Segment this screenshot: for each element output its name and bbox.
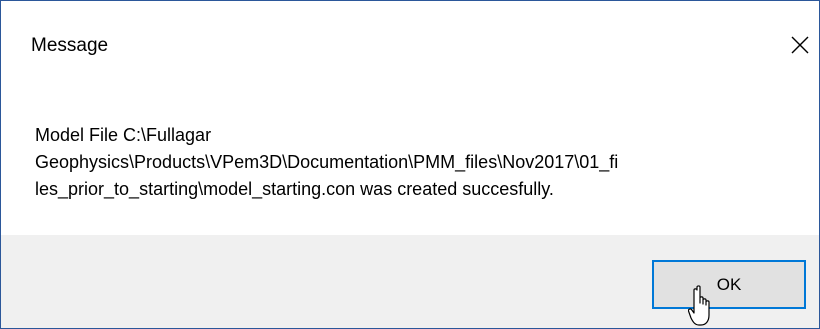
close-icon <box>791 36 809 54</box>
ok-button[interactable]: OK <box>652 260 806 309</box>
message-area: Model File C:\Fullagar Geophysics\Produc… <box>1 93 819 233</box>
close-button[interactable] <box>781 23 819 65</box>
hand-pointer-icon <box>688 285 710 326</box>
title-bar[interactable]: Message <box>1 1 819 93</box>
message-text: Model File C:\Fullagar Geophysics\Produc… <box>35 125 619 199</box>
message-dialog: Message Model File C:\Fullagar Geophysic… <box>0 0 820 329</box>
dialog-title: Message <box>31 35 109 56</box>
